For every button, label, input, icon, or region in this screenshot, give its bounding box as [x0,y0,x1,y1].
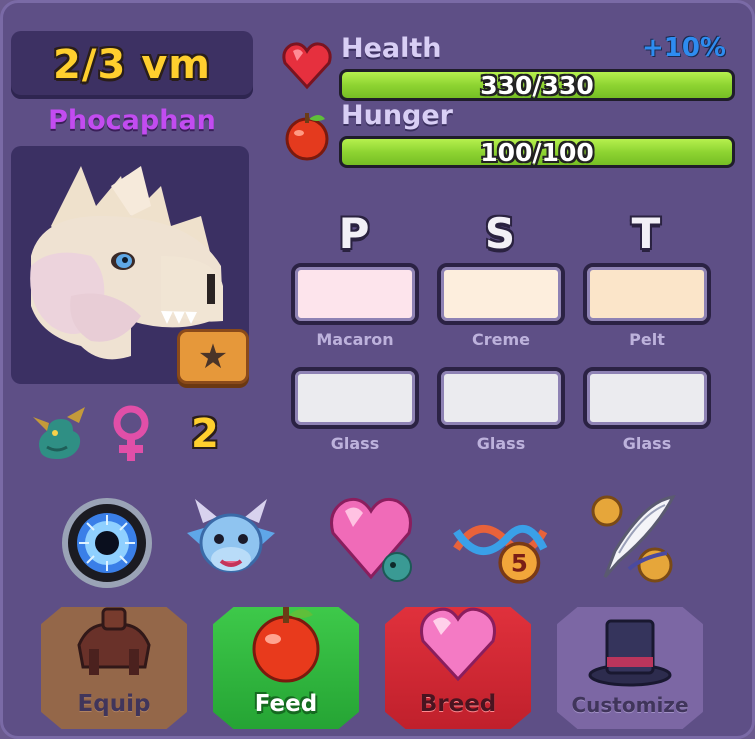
gene-name-secondary-2: Glass [476,434,526,453]
gene-name-primary: Macaron [316,330,394,349]
gene-name-tertiary-2: Glass [622,434,672,453]
gene-header-primary: P [338,209,370,258]
health-label: Health [341,33,442,64]
gene-name-tertiary: Pelt [629,330,665,349]
health-value: 330/330 [480,70,594,100]
favorite-star-button[interactable]: ★ [177,329,249,384]
equip-button[interactable]: Equip [41,607,187,729]
dragon-title: 2/3 vm [53,42,211,88]
dragon-level: 2 [191,411,219,457]
health-bonus: +10% [641,33,726,63]
apple-icon [285,113,329,161]
feed-button[interactable]: Feed [213,607,359,729]
breed-button[interactable]: Breed [385,607,531,729]
customize-label: Customize [571,693,689,717]
quill-icon[interactable] [585,491,681,587]
gene-swatch-primary[interactable] [291,263,419,325]
female-gender-icon [113,405,149,461]
hunger-label: Hunger [341,100,453,131]
mini-dragon-icon [33,407,85,459]
breed-heart-icon[interactable] [323,489,419,585]
gene-header-secondary: S [484,209,516,258]
gene-header-tertiary: T [631,209,661,258]
top-hat-icon [588,619,672,687]
dna-level-icon[interactable]: 5 [453,499,549,595]
dna-level-badge: 5 [511,548,528,577]
health-bar: 330/330 [339,69,735,101]
saddle-icon [77,607,151,675]
gene-swatch-primary-2[interactable] [291,367,419,429]
gene-name-primary-2: Glass [330,434,380,453]
dragon-info-panel: 2/3 vm Phocaphan ★ 2 Health +10% 330/330… [0,0,755,739]
dragon-face-icon[interactable] [183,493,279,589]
gene-swatch-secondary-2[interactable] [437,367,565,429]
star-icon: ★ [197,336,229,377]
species-name: Phocaphan [48,105,216,136]
breed-label: Breed [419,691,497,717]
feed-label: Feed [254,691,318,717]
heart-gem-icon [282,42,332,90]
customize-button[interactable]: Customize [557,607,703,729]
hunger-value: 100/100 [480,137,594,167]
equip-label: Equip [77,691,151,717]
gene-swatch-secondary[interactable] [437,263,565,325]
eye-orb-icon[interactable] [59,495,155,591]
gene-swatch-tertiary[interactable] [583,263,711,325]
dragon-title-box: 2/3 vm [11,31,253,99]
apple-icon-large [252,607,320,683]
gene-name-secondary: Creme [471,330,530,349]
pink-heart-icon [420,607,496,682]
hunger-bar: 100/100 [339,136,735,168]
gene-swatch-tertiary-2[interactable] [583,367,711,429]
